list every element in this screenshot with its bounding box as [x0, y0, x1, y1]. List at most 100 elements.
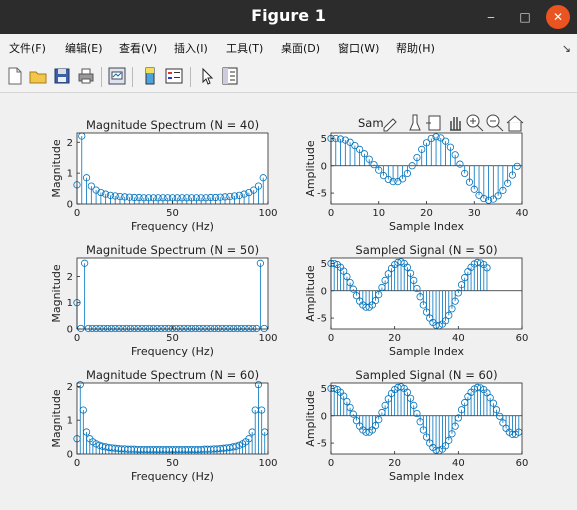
- save-icon[interactable]: [52, 66, 72, 86]
- zoom-out-icon[interactable]: [485, 113, 505, 133]
- x-tick-label: 0: [74, 458, 80, 469]
- minimize-icon[interactable]: ‒: [479, 5, 503, 29]
- y-tick-label: -5: [317, 189, 327, 200]
- pan-icon[interactable]: [445, 113, 465, 133]
- insert-colorbar-icon[interactable]: [140, 66, 160, 86]
- menu-bar: 文件(F) 编辑(E) 查看(V) 插入(I) 工具(T) 桌面(D) 窗口(W…: [0, 34, 577, 62]
- x-tick-label: 40: [452, 458, 465, 469]
- menu-edit[interactable]: 编辑(E): [65, 40, 103, 56]
- figure-canvas: 0 50 100 0 1 2 Magnitude Spectrum (N = 40) Freq…: [0, 93, 577, 510]
- x-tick-label: 50: [166, 458, 179, 469]
- print-icon[interactable]: [76, 66, 96, 86]
- axes-title-fragment: Sam: [358, 116, 384, 130]
- y-axis-label: Amplitude: [304, 140, 317, 197]
- edit-plot-arrow-icon[interactable]: [197, 66, 217, 86]
- x-tick-label: 10: [372, 208, 385, 219]
- x-tick-label: 0: [328, 333, 334, 344]
- x-tick-label: 30: [468, 208, 481, 219]
- y-tick-label: 1: [67, 416, 73, 427]
- y-axis-label: Magnitude: [50, 389, 63, 448]
- x-tick-label: 100: [258, 208, 277, 219]
- axes-3: 0 50 100 0 1 2 Magnitude Spectrum (N = 50) Freq…: [50, 243, 278, 358]
- toolbar-separator: [190, 67, 191, 87]
- x-axis-label: Sample Index: [389, 470, 465, 483]
- y-axis-label: Magnitude: [50, 139, 63, 198]
- brush-icon[interactable]: [405, 113, 425, 133]
- x-tick-label: 100: [258, 333, 277, 344]
- y-tick-label: 2: [67, 272, 73, 283]
- axes-title: Magnitude Spectrum (N = 60): [86, 368, 259, 382]
- x-tick-label: 20: [420, 208, 433, 219]
- y-tick-label: 0: [67, 450, 73, 461]
- menu-insert[interactable]: 插入(I): [174, 40, 208, 56]
- y-tick-label: 0: [321, 161, 327, 172]
- menu-overflow-icon[interactable]: ↘: [562, 42, 571, 55]
- axes-4: 0 20 40 60-505Sampled Signal (N = 50)Sample…: [304, 243, 528, 358]
- y-tick-label: 0: [67, 325, 73, 336]
- menu-view[interactable]: 查看(V): [119, 40, 157, 56]
- y-tick-label: 5: [321, 384, 327, 395]
- y-tick-label: 1: [67, 298, 73, 309]
- toolbar-separator: [101, 67, 102, 87]
- x-tick-label: 0: [74, 208, 80, 219]
- menu-help[interactable]: 帮助(H): [396, 40, 435, 56]
- y-axis-label: Amplitude: [304, 390, 317, 447]
- toolbar-separator: [132, 67, 133, 87]
- x-tick-label: 0: [328, 458, 334, 469]
- zoom-in-icon[interactable]: [465, 113, 485, 133]
- x-tick-label: 20: [388, 333, 401, 344]
- x-tick-label: 50: [166, 333, 179, 344]
- x-axis-label: Frequency (Hz): [131, 470, 214, 483]
- new-figure-icon[interactable]: [5, 66, 25, 86]
- y-tick-label: 0: [321, 286, 327, 297]
- menu-desktop[interactable]: 桌面(D): [281, 40, 320, 56]
- axes-2: 0 10 20 30 40-505Sample IndexAmplitude: [304, 132, 529, 233]
- y-tick-label: 1: [67, 169, 73, 180]
- x-axis-label: Sample Index: [389, 220, 465, 233]
- menu-window[interactable]: 窗口(W): [338, 40, 379, 56]
- subplot-grid: 0 50 100012Magnitude Spectrum (N = 40)Freq…: [50, 118, 529, 483]
- axes-1: 0 50 100 0 1 2 Magnitude Spectrum (N = 40) Freq…: [50, 118, 278, 233]
- insert-legend-icon[interactable]: [164, 66, 184, 86]
- x-tick-label: 0: [328, 208, 334, 219]
- y-tick-label: -5: [317, 314, 327, 325]
- window-titlebar: Figure 1 ‒ □ ✕: [0, 0, 577, 34]
- x-tick-label: 40: [452, 333, 465, 344]
- axes-5: 0 50 100 0 1 2 Magnitude Spectrum (N = 60) Freq…: [50, 368, 278, 483]
- figure-toolbar: [0, 62, 577, 93]
- axes-title: Magnitude Spectrum (N = 40): [86, 118, 259, 132]
- datatip-icon[interactable]: [425, 113, 445, 133]
- x-tick-label: 0: [74, 333, 80, 344]
- y-tick-label: 0: [321, 411, 327, 422]
- x-tick-label: 40: [516, 208, 529, 219]
- axes-6: 0 20 40 60-505Sampled Signal (N = 60)Sample…: [304, 368, 528, 483]
- x-tick-label: 60: [516, 333, 529, 344]
- x-tick-label: 60: [516, 458, 529, 469]
- menu-tools[interactable]: 工具(T): [226, 40, 263, 56]
- maximize-icon[interactable]: □: [513, 5, 537, 29]
- y-axis-label: Magnitude: [50, 264, 63, 323]
- menu-file[interactable]: 文件(F): [9, 40, 46, 56]
- axes-title: Magnitude Spectrum (N = 50): [86, 243, 259, 257]
- x-axis-label: Frequency (Hz): [131, 345, 214, 358]
- close-icon[interactable]: ✕: [546, 5, 570, 29]
- x-tick-label: 20: [388, 458, 401, 469]
- y-axis-label: Amplitude: [304, 265, 317, 322]
- property-inspector-icon[interactable]: [220, 66, 240, 86]
- y-tick-label: 5: [321, 134, 327, 145]
- axes-background: [77, 133, 268, 204]
- axes-title: Sampled Signal (N = 50): [355, 243, 497, 257]
- open-file-icon[interactable]: [28, 66, 48, 86]
- axes-background: [77, 258, 268, 329]
- home-icon[interactable]: [505, 113, 525, 133]
- axes-title: Sampled Signal (N = 60): [355, 368, 497, 382]
- x-axis-label: Frequency (Hz): [131, 220, 214, 233]
- y-tick-label: -5: [317, 439, 327, 450]
- export-icon[interactable]: [381, 113, 401, 133]
- link-plot-icon[interactable]: [107, 66, 127, 86]
- x-axis-label: Sample Index: [389, 345, 465, 358]
- y-tick-label: 2: [67, 382, 73, 393]
- y-tick-label: 2: [67, 138, 73, 149]
- x-tick-label: 100: [258, 458, 277, 469]
- y-tick-label: 0: [67, 200, 73, 211]
